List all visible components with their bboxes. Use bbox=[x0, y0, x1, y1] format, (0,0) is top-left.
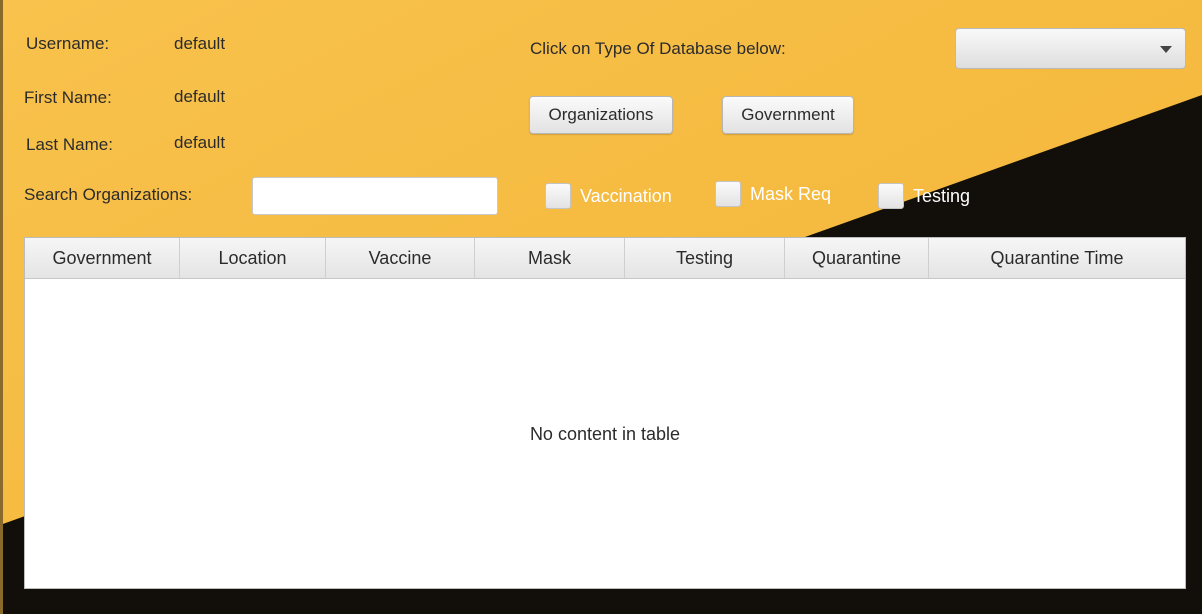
testing-label: Testing bbox=[913, 186, 971, 206]
username-value: default bbox=[174, 34, 226, 53]
government-button[interactable]: Government bbox=[722, 96, 854, 134]
column-header-location[interactable]: Location bbox=[180, 238, 326, 278]
column-header-quarantine-time[interactable]: Quarantine Time bbox=[929, 238, 1185, 278]
first-name-label: First Name: bbox=[24, 88, 112, 107]
search-input[interactable] bbox=[252, 177, 498, 215]
organizations-button[interactable]: Organizations bbox=[529, 96, 673, 134]
vaccination-checkbox[interactable] bbox=[545, 183, 571, 209]
mask-req-label: Mask Req bbox=[750, 184, 832, 204]
column-header-vaccine[interactable]: Vaccine bbox=[326, 238, 475, 278]
database-type-prompt: Click on Type Of Database below: bbox=[530, 39, 786, 58]
last-name-label: Last Name: bbox=[26, 135, 113, 154]
table-header: Government Location Vaccine Mask Testing… bbox=[25, 238, 1185, 279]
search-label: Search Organizations: bbox=[24, 185, 193, 204]
username-label: Username: bbox=[26, 34, 110, 53]
testing-checkbox[interactable] bbox=[878, 183, 904, 209]
column-header-quarantine[interactable]: Quarantine bbox=[785, 238, 929, 278]
table-empty-message: No content in table bbox=[529, 424, 681, 444]
column-header-government[interactable]: Government bbox=[25, 238, 180, 278]
mask-req-checkbox[interactable] bbox=[715, 181, 741, 207]
last-name-value: default bbox=[174, 133, 226, 152]
first-name-value: default bbox=[174, 87, 226, 106]
vaccination-label: Vaccination bbox=[580, 186, 672, 206]
chevron-down-icon bbox=[1160, 46, 1172, 53]
column-header-mask[interactable]: Mask bbox=[475, 238, 625, 278]
database-type-dropdown[interactable] bbox=[955, 28, 1186, 69]
government-table[interactable]: Government Location Vaccine Mask Testing… bbox=[24, 237, 1186, 589]
column-header-testing[interactable]: Testing bbox=[625, 238, 785, 278]
